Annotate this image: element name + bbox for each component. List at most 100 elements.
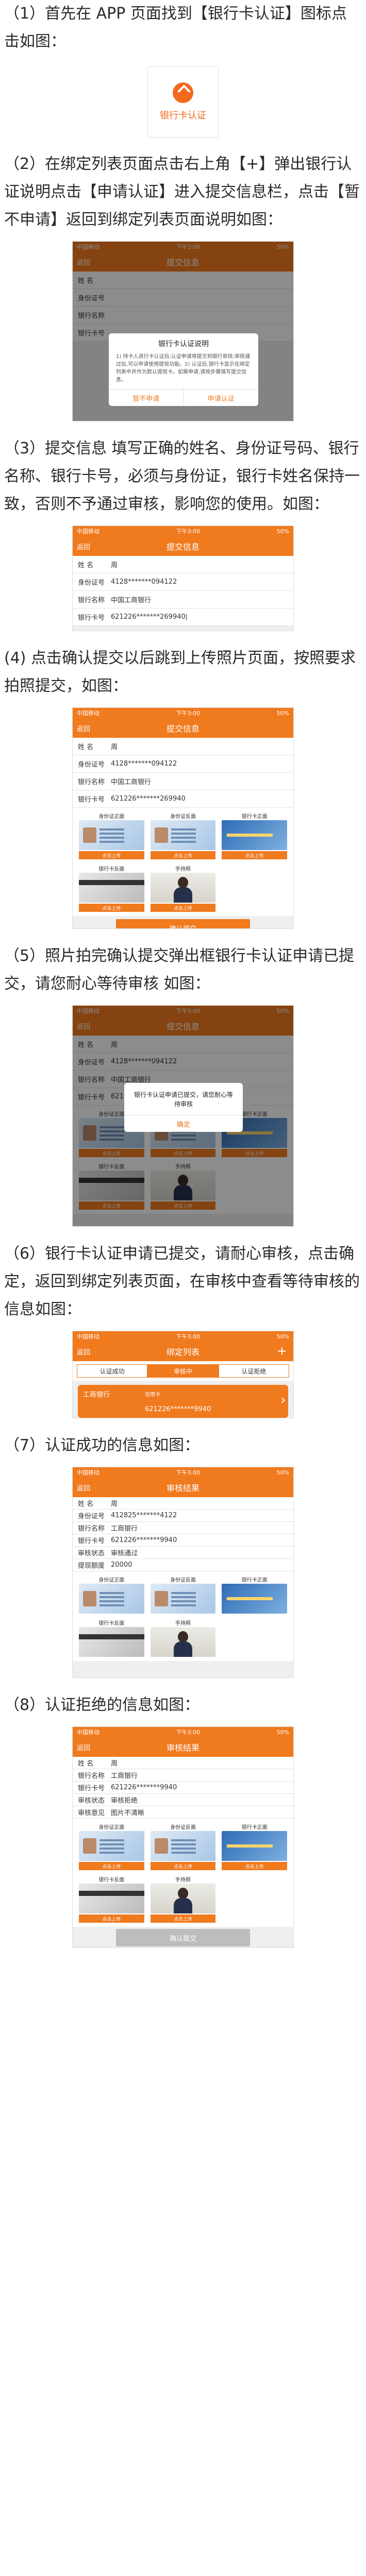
card-row: 银行卡号 621226*******9940: [73, 1534, 293, 1547]
bank-card-auth-tile[interactable]: 银行卡认证: [147, 66, 219, 138]
bank-card-image: [222, 820, 287, 850]
step-3-text: （3）提交信息 填写正确的姓名、身份证号码、银行名称、银行卡号，必须与身份证，银…: [4, 439, 360, 513]
nav-bar: 返回 绑定列表 +: [73, 1342, 293, 1361]
id-row: 身份证号 412825*******4122: [73, 1510, 293, 1522]
card-field[interactable]: 银行卡号621226*******269940: [73, 608, 293, 626]
tab-success[interactable]: 认证成功: [77, 1364, 148, 1378]
bank-field[interactable]: 银行名称 中国工商银行: [73, 773, 293, 790]
nav-title: 审核结果: [166, 1743, 199, 1753]
photo-id-back: 身份证反面点击上传: [147, 1822, 219, 1874]
upload-button[interactable]: 点击上传: [79, 1914, 144, 1923]
screen-submitted-modal: 中国移动 下午3:00 50% 返回 提交信息 姓 名周 身份证号 4128*****…: [72, 1005, 294, 1227]
photo-id-back: 身份证反面: [147, 1574, 219, 1618]
status-bar: 中国移动 下午3:00 50%: [73, 1331, 293, 1342]
name-field[interactable]: 姓 名周: [73, 556, 293, 573]
confirm-submit-button[interactable]: 确认提交: [116, 919, 250, 928]
card-row: 银行卡号 621226*******9940: [73, 1782, 293, 1794]
nav-title: 提交信息: [166, 724, 199, 734]
name-field[interactable]: 姓 名周: [73, 738, 293, 755]
bank-card-back-image: [79, 873, 144, 903]
back-button[interactable]: 返回: [77, 1483, 90, 1493]
upload-arrow-icon: [173, 82, 193, 103]
id-card-image: [150, 1584, 216, 1614]
status-tabs: 认证成功 审核中 认证拒绝: [73, 1361, 293, 1381]
screen-result-success: 中国移动 下午3:00 50% 返回 审核结果 姓 名周 身份证号 412825***…: [72, 1467, 294, 1678]
upload-button[interactable]: 点击上传: [222, 851, 287, 859]
photo-grid: 身份证正面 身份证反面 银行卡正面 银行卡反面 手持照: [73, 1571, 293, 1661]
photo-card-back: 银行卡反面: [76, 1618, 147, 1661]
ok-button[interactable]: 确定: [124, 1115, 243, 1132]
chevron-right-icon: [279, 1397, 285, 1403]
card-field[interactable]: 银行卡号621226*******269940: [73, 790, 293, 808]
back-button[interactable]: 返回: [77, 541, 90, 551]
upload-button[interactable]: 点击上传: [150, 1914, 216, 1923]
step-7-text: （7）认证成功的信息如图：: [4, 1436, 200, 1454]
photo-hold: 手持照: [147, 1618, 219, 1661]
photo-card-back: 银行卡反面 点击上传: [76, 863, 147, 916]
id-card-image: [79, 1584, 144, 1614]
modal-message: 银行卡认证申请已提交，请您耐心等待审核: [134, 1091, 233, 1108]
back-button[interactable]: 返回: [77, 1347, 90, 1357]
page: （1）首先在 APP 页面找到【银行卡认证】图标点击如图： 银行卡认证 （2）在…: [0, 0, 366, 1948]
status-bar: 中国移动 下午3:00 50%: [73, 1727, 293, 1737]
cancel-apply-button[interactable]: 暂不申请: [109, 389, 184, 406]
holding-photo-image: [150, 1884, 216, 1913]
back-button[interactable]: 返回: [77, 723, 90, 733]
submitted-modal: 银行卡认证申请已提交，请您耐心等待审核 确定: [124, 1083, 243, 1132]
status-row: 审核状态 审核拒绝: [73, 1794, 293, 1806]
upload-button[interactable]: 点击上传: [222, 1862, 287, 1870]
bank-card-back-image: [79, 1627, 144, 1657]
upload-button[interactable]: 点击上传: [79, 904, 144, 912]
photo-card-front: 银行卡正面: [219, 1574, 290, 1618]
step-8-text: （8）认证拒绝的信息如图：: [4, 1696, 200, 1714]
step-6-text: （6）银行卡认证申请已提交，请耐心审核，点击确定，返回到绑定列表页面，在审核中查…: [4, 1245, 360, 1318]
bank-card-item[interactable]: 工商银行 信用卡 621226*******9940: [78, 1385, 288, 1418]
photo-id-front: 身份证正面 点击上传: [76, 811, 147, 863]
status-bar: 中国移动 下午3:00 50%: [73, 708, 293, 718]
id-field[interactable]: 身份证号 4128*******094122: [73, 755, 293, 773]
photo-card-front: 银行卡正面 点击上传: [219, 811, 290, 863]
screen-upload-photos: 中国移动 下午3:00 50% 返回 提交信息 姓 名周 身份证号 4128*****…: [72, 707, 294, 929]
id-card-image: [79, 1831, 144, 1861]
nav-bar: 返回 审核结果: [73, 1478, 293, 1497]
name-row: 姓 名周: [73, 1497, 293, 1510]
bank-card-auth-label: 银行卡认证: [160, 110, 206, 121]
tab-rejected[interactable]: 认证拒绝: [218, 1364, 289, 1378]
bank-field[interactable]: 银行名称 中国工商银行: [73, 591, 293, 608]
bank-row: 银行名称 工商银行: [73, 1769, 293, 1782]
upload-button[interactable]: 点击上传: [150, 904, 216, 912]
nav-title: 审核结果: [166, 1483, 199, 1493]
upload-button[interactable]: 点击上传: [79, 851, 144, 859]
bank-card-image: [222, 1584, 287, 1614]
screen-submit-info: 中国移动 下午3:00 50% 返回 提交信息 姓 名周 身份证号 4128*****…: [72, 526, 294, 631]
add-button[interactable]: +: [277, 1344, 287, 1358]
upload-button[interactable]: 点击上传: [150, 1862, 216, 1870]
nav-title: 提交信息: [166, 542, 199, 552]
text-cursor: [186, 614, 187, 620]
photo-card-front: 银行卡正面 点击上传: [219, 1822, 290, 1874]
card-number: 621226*******9940: [145, 1405, 211, 1413]
step-2-text: （2）在绑定列表页面点击右上角【+】弹出银行认证说明点击【申请认证】进入提交信息…: [4, 155, 360, 229]
upload-button[interactable]: 点击上传: [79, 1862, 144, 1870]
back-button[interactable]: 返回: [77, 1742, 90, 1752]
card-bank-name: 工商银行: [83, 1391, 110, 1399]
photo-hold: 手持照 点击上传: [147, 1874, 219, 1927]
nav-bar: 返回 审核结果: [73, 1737, 293, 1757]
nav-bar: 返回 提交信息: [73, 718, 293, 738]
modal-body: 1) 持卡人进行卡认证后,认证申请将提交到银行审核;审核通过后,可以申请使用提现…: [116, 354, 250, 383]
photo-hold: 手持照 点击上传: [147, 863, 219, 916]
photo-grid: 身份证正面点击上传 身份证反面点击上传 银行卡正面点击上传 银行卡反面点击上传 …: [73, 808, 293, 916]
nav-bar: 返回 提交信息: [73, 536, 293, 556]
status-bar: 中国移动 下午3:00 50%: [73, 1467, 293, 1478]
photo-id-front: 身份证正面 点击上传: [76, 1822, 147, 1874]
auth-notice-modal: 银行卡认证说明 1) 持卡人进行卡认证后,认证申请将提交到银行审核;审核通过后,…: [109, 333, 258, 406]
apply-auth-button[interactable]: 申请认证: [183, 389, 259, 406]
tab-reviewing[interactable]: 审核中: [147, 1364, 219, 1378]
reason-row: 审核意见 图片不清晰: [73, 1806, 293, 1819]
id-field[interactable]: 身份证号 4128*******094122: [73, 573, 293, 591]
confirm-submit-button[interactable]: 确认提交: [116, 1929, 250, 1946]
status-bar: 中国移动 下午3:00 50%: [73, 526, 293, 536]
name-row: 姓 名周: [73, 1757, 293, 1769]
photo-id-front: 身份证正面: [76, 1574, 147, 1618]
upload-button[interactable]: 点击上传: [150, 851, 216, 859]
